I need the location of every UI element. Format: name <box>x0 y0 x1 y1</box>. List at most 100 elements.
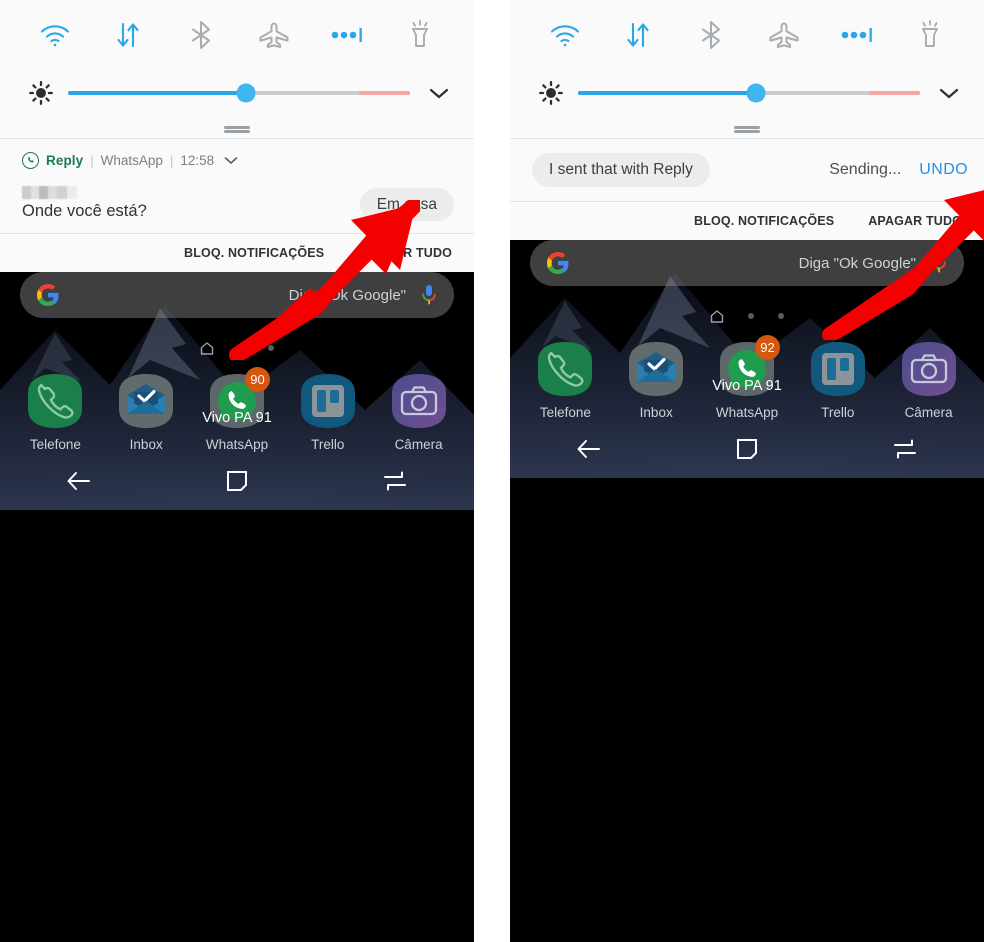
phone-screenshot-before: Reply | WhatsApp | 12:58 Onde você está?… <box>0 0 474 942</box>
navigation-bar <box>510 420 984 478</box>
quick-reply-suggestion[interactable]: Em casa <box>359 187 454 221</box>
app-dock: Telefone Inbox <box>0 362 474 452</box>
app-label: Câmera <box>394 437 443 452</box>
expand-quick-settings-button[interactable] <box>934 78 964 108</box>
quick-settings-panel <box>510 0 984 139</box>
app-label: WhatsApp <box>715 405 779 420</box>
mobile-data-toggle[interactable] <box>618 15 658 55</box>
brightness-slider[interactable] <box>578 83 920 103</box>
home-square-icon[interactable] <box>220 464 254 498</box>
app-inbox[interactable]: Inbox <box>614 340 698 420</box>
page-dot[interactable] <box>268 345 274 351</box>
back-arrow-icon[interactable] <box>62 464 96 498</box>
phone-icon <box>26 372 84 430</box>
app-whatsapp[interactable]: 90 WhatsApp <box>195 367 279 452</box>
google-g-icon <box>36 283 60 307</box>
expand-quick-settings-button[interactable] <box>424 78 454 108</box>
page-dot[interactable] <box>238 345 244 351</box>
notification-sent-card: I sent that with Reply Sending... UNDO <box>510 139 984 201</box>
back-arrow-icon[interactable] <box>572 432 606 466</box>
google-search-bar[interactable]: Diga "Ok Google" <box>530 240 964 286</box>
whatsapp-icon <box>22 151 39 169</box>
app-trello[interactable]: Trello <box>796 340 880 420</box>
chevron-down-icon[interactable] <box>223 155 239 165</box>
page-dot[interactable] <box>748 313 754 319</box>
microphone-icon[interactable] <box>420 283 438 307</box>
app-camera[interactable]: Câmera <box>887 340 971 420</box>
recents-icon[interactable] <box>888 432 922 466</box>
flashlight-toggle[interactable] <box>910 15 950 55</box>
recents-icon[interactable] <box>378 464 412 498</box>
undo-button[interactable]: UNDO <box>919 161 968 179</box>
panel-drag-handle[interactable] <box>0 116 474 138</box>
slider-warm-range <box>358 91 410 95</box>
wifi-toggle[interactable] <box>35 15 75 55</box>
block-notifications-button[interactable]: BLOQ. NOTIFICAÇÕES <box>184 246 324 260</box>
camera-icon <box>900 340 958 398</box>
app-whatsapp[interactable]: 92 WhatsApp <box>705 335 789 420</box>
app-telefone[interactable]: Telefone <box>523 340 607 420</box>
app-camera[interactable]: Câmera <box>377 372 461 452</box>
panel-gutter <box>474 0 510 942</box>
slider-thumb[interactable] <box>236 83 256 103</box>
flashlight-toggle[interactable] <box>400 15 440 55</box>
app-label: Trello <box>311 437 345 452</box>
camera-icon <box>390 372 448 430</box>
mobile-data-toggle[interactable] <box>108 15 148 55</box>
badge-count: 90 <box>244 367 270 392</box>
block-notifications-button[interactable]: BLOQ. NOTIFICAÇÕES <box>694 214 834 228</box>
notification-header: Reply | WhatsApp | 12:58 <box>22 147 454 173</box>
app-dock: Telefone Inbox <box>510 330 984 420</box>
airplane-mode-toggle[interactable] <box>764 15 804 55</box>
slider-fill <box>578 91 756 95</box>
google-g-icon <box>546 251 570 275</box>
clear-all-button[interactable]: APAGAR TUDO <box>868 214 962 228</box>
more-toggles-button[interactable] <box>327 15 367 55</box>
home-page-icon[interactable] <box>710 309 724 323</box>
inbox-icon <box>627 340 685 398</box>
slider-thumb[interactable] <box>746 83 766 103</box>
page-indicator <box>0 334 474 362</box>
notification-message: Onde você está? <box>22 202 147 220</box>
notification-body: Onde você está? Em casa <box>22 173 454 221</box>
app-inbox[interactable]: Inbox <box>104 372 188 452</box>
trello-icon <box>809 340 867 398</box>
page-indicator <box>510 302 984 330</box>
app-telefone[interactable]: Telefone <box>13 372 97 452</box>
notification-time: 12:58 <box>180 152 215 168</box>
phone-screenshot-after: I sent that with Reply Sending... UNDO B… <box>510 0 984 942</box>
app-label: Inbox <box>639 405 673 420</box>
screenshot-comparison: Reply | WhatsApp | 12:58 Onde você está?… <box>0 0 984 942</box>
trello-icon <box>299 372 357 430</box>
home-screen: Vivo PA 91 Diga "Ok Google" Telefone Inb… <box>510 240 984 478</box>
page-dot[interactable] <box>778 313 784 319</box>
whatsapp-app-icon: 92 <box>718 335 780 398</box>
inbox-icon <box>117 372 175 430</box>
sending-status: Sending... <box>829 161 902 178</box>
divider <box>0 138 474 139</box>
whatsapp-app-icon: 90 <box>208 367 270 430</box>
slider-fill <box>68 91 246 95</box>
bluetooth-toggle[interactable] <box>691 15 731 55</box>
bluetooth-toggle[interactable] <box>181 15 221 55</box>
notification-card[interactable]: Reply | WhatsApp | 12:58 Onde você está?… <box>0 139 474 233</box>
quick-settings-toggles <box>510 0 984 70</box>
more-toggles-button[interactable] <box>837 15 877 55</box>
navigation-bar <box>0 452 474 510</box>
app-label: Trello <box>821 405 855 420</box>
app-label: Telefone <box>29 437 81 452</box>
panel-drag-handle[interactable] <box>510 116 984 138</box>
divider <box>510 138 984 139</box>
wifi-toggle[interactable] <box>545 15 585 55</box>
clear-all-button[interactable]: APAGAR TUDO <box>358 246 452 260</box>
airplane-mode-toggle[interactable] <box>254 15 294 55</box>
home-page-icon[interactable] <box>200 341 214 355</box>
google-search-bar[interactable]: Diga "Ok Google" <box>20 272 454 318</box>
microphone-icon[interactable] <box>930 251 948 275</box>
home-square-icon[interactable] <box>730 432 764 466</box>
app-label: Telefone <box>539 405 591 420</box>
sent-message-pill: I sent that with Reply <box>532 153 710 187</box>
brightness-slider[interactable] <box>68 83 410 103</box>
app-trello[interactable]: Trello <box>286 372 370 452</box>
notification-source: WhatsApp <box>100 152 163 168</box>
